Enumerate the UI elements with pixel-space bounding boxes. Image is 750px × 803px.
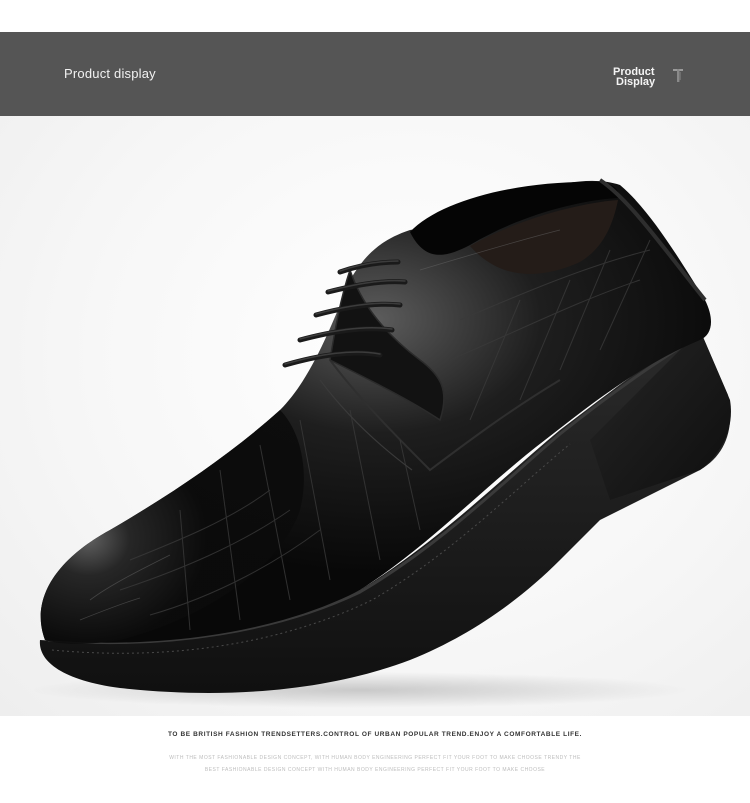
tagline-sub-1: WITH THE MOST FASHIONABLE DESIGN CONCEPT… (169, 755, 581, 761)
product-display-page: Product display Product Display TO BE BR… (0, 0, 750, 803)
product-showcase (0, 116, 750, 716)
logo-text-line-2: Display (616, 76, 656, 88)
black-leather-derby-shoe-icon (30, 178, 731, 708)
tagline-sub-2: BEST FASHIONABLE DESIGN CONCEPT WITH HUM… (204, 767, 546, 773)
section-title: Product display (64, 66, 156, 81)
brand-logo: Product Display (610, 67, 690, 91)
tagline-main: TO BE BRITISH FASHION TRENDSETTERS.CONTR… (167, 731, 583, 738)
t-logo-icon (673, 69, 683, 82)
section-header-banner: Product display Product Display (0, 32, 750, 116)
